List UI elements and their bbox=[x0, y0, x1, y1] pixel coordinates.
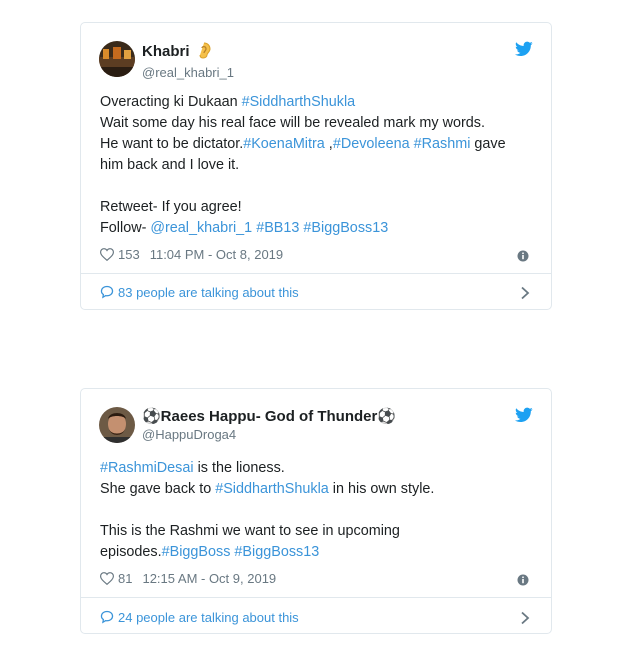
info-icon[interactable] bbox=[517, 249, 529, 262]
mention-link[interactable]: @real_khabri_1 bbox=[150, 220, 252, 236]
text-segment: She gave back to bbox=[100, 481, 216, 497]
conversation-count: 24 people are talking about this bbox=[118, 610, 299, 625]
hashtag-link[interactable]: #KoenaMitra bbox=[243, 136, 325, 152]
text-segment: Retweet- If you agree! bbox=[100, 199, 242, 215]
twitter-bird-icon[interactable] bbox=[515, 41, 533, 57]
handle: @real_khabri_1 bbox=[142, 65, 234, 80]
divider bbox=[81, 273, 551, 274]
tweet-text-line bbox=[100, 176, 533, 197]
conversation-count: 83 people are talking about this bbox=[118, 285, 299, 300]
text-segment: This is the Rashmi we want to see in upc… bbox=[100, 523, 400, 539]
chevron-right-icon[interactable] bbox=[520, 611, 530, 625]
text-segment: He want to be dictator. bbox=[100, 136, 244, 152]
hashtag-link[interactable]: #RashmiDesai bbox=[100, 460, 194, 476]
display-name: Khabri bbox=[142, 43, 190, 60]
hashtag-link[interactable]: #Rashmi bbox=[414, 136, 471, 152]
text-segment: in his own style. bbox=[328, 481, 435, 497]
text-segment: Follow- bbox=[100, 220, 151, 236]
ear-icon bbox=[197, 42, 211, 64]
tweet-text-line: episodes.#BiggBoss #BiggBoss13 bbox=[100, 542, 533, 563]
tweet-text-line: Overacting ki Dukaan #SiddharthShukla bbox=[100, 92, 533, 113]
tweet-header: ⚽Raees Happu- God of Thunder⚽ @HappuDrog… bbox=[99, 405, 533, 445]
tweet-header: Khabri @real_khabri_1 bbox=[99, 39, 533, 81]
hashtag-link[interactable]: #Devoleena bbox=[333, 136, 410, 152]
avatar[interactable] bbox=[99, 407, 135, 443]
author-names[interactable]: ⚽Raees Happu- God of Thunder⚽ @HappuDrog… bbox=[142, 408, 396, 443]
conversation-link[interactable]: 83 people are talking about this bbox=[100, 284, 533, 302]
tweet-meta: 81 12:15 AM - Oct 9, 2019 bbox=[99, 570, 533, 588]
text-segment: him back and I love it. bbox=[100, 157, 240, 173]
tweet-text-line bbox=[100, 500, 533, 521]
divider bbox=[81, 597, 551, 598]
hashtag-link[interactable]: #BB13 bbox=[256, 220, 299, 236]
hashtag-link[interactable]: #BiggBoss13 bbox=[303, 220, 388, 236]
tweet-text-line: She gave back to #SiddharthShukla in his… bbox=[100, 479, 533, 500]
text-segment: , bbox=[324, 136, 333, 152]
timestamp[interactable]: 12:15 AM - Oct 9, 2019 bbox=[142, 571, 276, 586]
text-segment: gave bbox=[470, 136, 506, 152]
tweet-text-line: him back and I love it. bbox=[100, 155, 533, 176]
tweet-text-line: #RashmiDesai is the lioness. bbox=[100, 458, 533, 479]
text-segment: is the lioness. bbox=[193, 460, 285, 476]
hashtag-link[interactable]: #BiggBoss bbox=[162, 544, 231, 560]
avatar[interactable] bbox=[99, 41, 135, 77]
comment-bubble-icon bbox=[100, 285, 114, 299]
tweet-card[interactable]: Khabri @real_khabri_1 Overacting ki Duka… bbox=[80, 22, 552, 310]
like-count[interactable]: 153 bbox=[118, 247, 140, 262]
chevron-right-icon[interactable] bbox=[520, 286, 530, 300]
conversation-link[interactable]: 24 people are talking about this bbox=[100, 609, 533, 627]
tweet-text-line: Retweet- If you agree! bbox=[100, 197, 533, 218]
hashtag-link[interactable]: #SiddharthShukla bbox=[242, 94, 356, 110]
timestamp[interactable]: 11:04 PM - Oct 8, 2019 bbox=[150, 247, 283, 262]
text-segment: Overacting ki Dukaan bbox=[100, 94, 242, 110]
tweet-card[interactable]: ⚽Raees Happu- God of Thunder⚽ @HappuDrog… bbox=[80, 388, 552, 634]
tweet-text-line: Wait some day his real face will be reve… bbox=[100, 113, 533, 134]
handle: @HappuDroga4 bbox=[142, 427, 237, 442]
author-names[interactable]: Khabri @real_khabri_1 bbox=[142, 42, 234, 81]
display-name: ⚽Raees Happu- God of Thunder⚽ bbox=[142, 408, 397, 425]
heart-icon[interactable] bbox=[99, 572, 115, 586]
twitter-bird-icon[interactable] bbox=[515, 407, 533, 423]
hashtag-link[interactable]: #BiggBoss13 bbox=[234, 544, 319, 560]
like-count[interactable]: 81 bbox=[118, 571, 132, 586]
tweet-text-line: Follow- @real_khabri_1 #BB13 #BiggBoss13 bbox=[100, 218, 533, 239]
heart-icon[interactable] bbox=[99, 248, 115, 262]
text-segment: Wait some day his real face will be reve… bbox=[100, 115, 485, 131]
comment-bubble-icon bbox=[100, 610, 114, 624]
tweet-meta: 153 11:04 PM - Oct 8, 2019 bbox=[99, 246, 533, 264]
tweet-text: #RashmiDesai is the lioness. She gave bac… bbox=[100, 458, 533, 563]
text-segment: episodes. bbox=[100, 544, 162, 560]
tweet-text: Overacting ki Dukaan #SiddharthShukla Wai… bbox=[100, 92, 533, 239]
tweet-text-line: This is the Rashmi we want to see in upc… bbox=[100, 521, 533, 542]
hashtag-link[interactable]: #SiddharthShukla bbox=[215, 481, 329, 497]
tweet-text-line: He want to be dictator.#KoenaMitra ,#Dev… bbox=[100, 134, 533, 155]
info-icon[interactable] bbox=[517, 573, 529, 586]
